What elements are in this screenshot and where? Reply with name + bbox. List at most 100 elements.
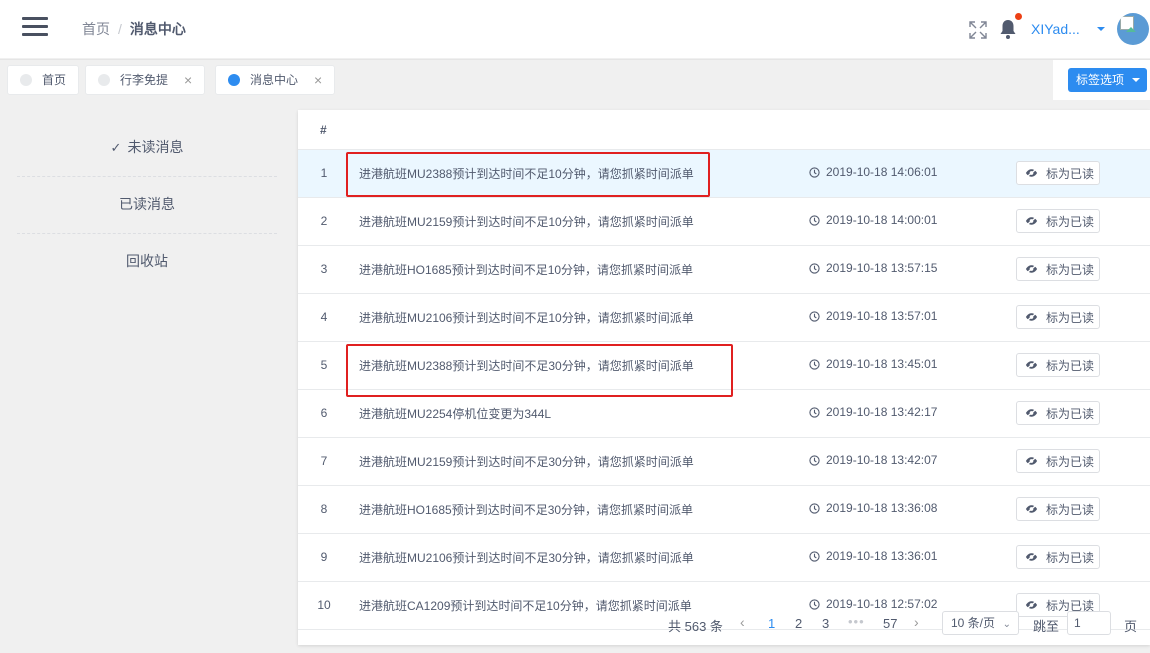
mark-as-read-button[interactable]: 标为已读 [1016,545,1100,569]
clock-icon [809,550,820,562]
hamburger-icon[interactable] [22,17,48,39]
tag-options-label: 标签选项 [1076,73,1125,87]
mark-as-read-label: 标为已读 [1046,502,1095,517]
menu-item-recycle-bin[interactable]: 回收站 [17,234,277,291]
notification-badge-dot [1015,13,1022,20]
mark-as-read-label: 标为已读 [1046,550,1095,565]
breadcrumb-current: 消息中心 [129,21,186,37]
row-time-value: 2019-10-18 14:06:01 [826,165,938,179]
row-time: 2019-10-18 13:45:01 [809,357,937,371]
table-row[interactable]: 7 进港航班MU2159预计到达时间不足30分钟，请您抓紧时间派单 2019-10-… [298,438,1150,486]
table-row[interactable]: 4 进港航班MU2106预计到达时间不足10分钟，请您抓紧时间派单 2019-10-… [298,294,1150,342]
row-time-value: 2019-10-18 14:00:01 [826,213,938,227]
menu-item-unread[interactable]: ✓ 未读消息 [17,120,277,177]
row-time-value: 2019-10-18 13:36:08 [826,501,938,515]
mark-as-read-label: 标为已读 [1046,454,1095,469]
row-time-value: 2019-10-18 13:42:07 [826,453,938,467]
row-index: 2 [320,214,328,228]
clock-icon [809,310,820,322]
page-size-value: 10 条/页 [951,616,996,630]
page-last[interactable]: 57 [883,616,897,631]
clock-icon [809,166,820,178]
row-index: 8 [320,502,328,516]
broken-image-icon [1120,16,1136,32]
row-message: 进港航班MU2388预计到达时间不足10分钟，请您抓紧时间派单 [359,167,694,181]
page-size-select[interactable]: 10 条/页 ⌄ [942,611,1019,635]
mark-as-read-button[interactable]: 标为已读 [1016,401,1100,425]
row-time: 2019-10-18 13:42:07 [809,453,937,467]
message-table: # 1 进港航班MU2388预计到达时间不足10分钟，请您抓紧时间派单 2019-1… [298,110,1150,645]
table-row[interactable]: 6 进港航班MU2254停机位变更为344L 2019-10-18 13:42:17… [298,390,1150,438]
row-message: 进港航班HO1685预计到达时间不足30分钟，请您抓紧时间派单 [359,503,694,517]
row-message: 进港航班MU2388预计到达时间不足30分钟，请您抓紧时间派单 [359,359,694,373]
breadcrumb-separator: / [118,21,122,37]
prev-page-icon[interactable]: ‹ [740,614,745,630]
menu-item-label: 回收站 [126,253,168,269]
mark-as-read-button[interactable]: 标为已读 [1016,353,1100,377]
tag-home[interactable]: 首页 [7,65,80,95]
tag-message-center[interactable]: 消息中心 × [215,65,336,95]
row-index: 7 [320,454,328,468]
jump-page-input[interactable]: 1 [1067,611,1111,635]
table-row[interactable]: 9 进港航班MU2106预计到达时间不足30分钟，请您抓紧时间派单 2019-10-… [298,534,1150,582]
user-dropdown-caret-icon[interactable] [1097,27,1105,31]
mark-as-read-button[interactable]: 标为已读 [1016,449,1100,473]
table-row[interactable]: 1 进港航班MU2388预计到达时间不足10分钟，请您抓紧时间派单 2019-10-… [298,150,1150,198]
row-time: 2019-10-18 13:57:15 [809,261,937,275]
mark-as-read-button[interactable]: 标为已读 [1016,257,1100,281]
page-1[interactable]: 1 [768,616,775,631]
row-message: 进港航班MU2106预计到达时间不足30分钟，请您抓紧时间派单 [359,551,694,565]
clock-icon [809,262,820,274]
row-time-value: 2019-10-18 13:57:01 [826,309,938,323]
eye-off-icon [1025,408,1038,418]
username[interactable]: XIYad... [1031,21,1080,37]
row-index: 9 [320,550,328,564]
row-time-value: 2019-10-18 13:36:01 [826,549,938,563]
next-page-icon[interactable]: › [914,614,919,630]
fullscreen-icon[interactable] [968,20,988,40]
mark-as-read-button[interactable]: 标为已读 [1016,161,1100,185]
bell-icon[interactable] [998,18,1018,40]
clock-icon [809,502,820,514]
tag-label: 消息中心 [250,73,299,87]
row-index: 6 [320,406,328,420]
eye-off-icon [1025,312,1038,322]
pagination-total: 共 563 条 [668,619,723,634]
row-index: 1 [320,166,328,180]
top-header: 首页 / 消息中心 XIYad... [0,0,1150,58]
eye-off-icon [1025,552,1038,562]
message-category-menu: ✓ 未读消息 已读消息 回收站 [17,120,277,291]
table-row[interactable]: 3 进港航班HO1685预计到达时间不足10分钟，请您抓紧时间派单 2019-10-… [298,246,1150,294]
menu-item-label: 未读消息 [127,139,184,155]
close-icon[interactable]: × [184,66,192,94]
page-ellipsis[interactable]: ••• [848,614,865,629]
table-row[interactable]: 5 进港航班MU2388预计到达时间不足30分钟，请您抓紧时间派单 2019-10-… [298,342,1150,390]
tag-baggage[interactable]: 行李免提 × [85,65,206,95]
mark-as-read-button[interactable]: 标为已读 [1016,209,1100,233]
menu-item-label: 已读消息 [119,196,175,212]
tag-dot-icon [20,74,32,86]
breadcrumb-home[interactable]: 首页 [82,21,110,37]
menu-item-read[interactable]: 已读消息 [17,177,277,234]
row-time: 2019-10-18 14:06:01 [809,165,937,179]
row-message: 进港航班MU2159预计到达时间不足30分钟，请您抓紧时间派单 [359,455,694,469]
page-2[interactable]: 2 [795,616,802,631]
mark-as-read-button[interactable]: 标为已读 [1016,497,1100,521]
row-time-value: 2019-10-18 13:57:15 [826,261,938,275]
check-icon: ✓ [110,140,122,155]
table-row[interactable]: 8 进港航班HO1685预计到达时间不足30分钟，请您抓紧时间派单 2019-10-… [298,486,1150,534]
tag-options-button[interactable]: 标签选项 [1068,68,1147,92]
row-message: 进港航班MU2254停机位变更为344L [359,407,552,421]
caret-down-icon [1132,78,1140,82]
mark-as-read-button[interactable]: 标为已读 [1016,305,1100,329]
row-message: 进港航班HO1685预计到达时间不足10分钟，请您抓紧时间派单 [359,263,694,277]
tag-label: 首页 [42,73,67,87]
eye-off-icon [1025,360,1038,370]
jump-label: 跳至 [1033,619,1060,634]
avatar[interactable] [1117,13,1149,45]
clock-icon [809,454,820,466]
close-icon[interactable]: × [314,66,322,94]
table-row[interactable]: 2 进港航班MU2159预计到达时间不足10分钟，请您抓紧时间派单 2019-10-… [298,198,1150,246]
page-3[interactable]: 3 [822,616,829,631]
tag-active-dot-icon [228,74,240,86]
